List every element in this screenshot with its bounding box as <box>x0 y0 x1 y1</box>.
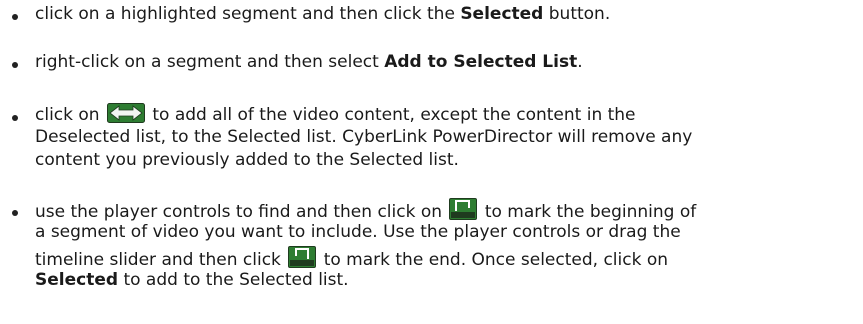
text-run: to mark the beginning of <box>479 202 697 222</box>
bullet-dot <box>12 62 18 68</box>
selected-keyword: Selected <box>35 270 119 290</box>
text-run: to add all of the video content, except … <box>146 105 636 125</box>
text-run: . <box>577 52 583 72</box>
text-line: right-click on a segment and then select… <box>35 51 583 75</box>
text-line: click on to add all of the video content… <box>35 103 636 127</box>
text-run: to mark the end. Once selected, click on <box>318 250 669 270</box>
text-run: click on <box>35 105 105 125</box>
text-run: to add to the Selected list. <box>118 270 349 290</box>
text-line: click on a highlighted segment and then … <box>35 3 610 27</box>
bullet-dot <box>12 14 18 20</box>
text-run: button. <box>543 4 611 24</box>
text-line: Deselected list, to the Selected list. C… <box>35 127 693 147</box>
mark-in-icon[interactable] <box>449 198 478 220</box>
text-line: timeline slider and then click to mark t… <box>35 246 668 270</box>
text-line: content you previously added to the Sele… <box>35 150 459 170</box>
bullet-dot <box>12 115 18 121</box>
bullet-dot <box>12 210 18 216</box>
text-run: click on a highlighted segment and then … <box>35 4 461 24</box>
instruction-bullet-list: click on a highlighted segment and then … <box>0 0 863 324</box>
text-run: timeline slider and then click <box>35 250 287 270</box>
mark-out-icon[interactable] <box>288 246 317 268</box>
text-run: use the player controls to find and then… <box>35 202 448 222</box>
text-line: use the player controls to find and then… <box>35 198 696 222</box>
text-line: a segment of video you want to include. … <box>35 222 681 242</box>
add-to-selected-list-keyword: Add to Selected List <box>384 52 578 72</box>
selected-keyword: Selected <box>460 4 544 24</box>
text-line: Selected to add to the Selected list. <box>35 269 349 293</box>
double-arrow-add-all-icon[interactable] <box>106 103 145 123</box>
text-run: right-click on a segment and then select <box>35 52 385 72</box>
